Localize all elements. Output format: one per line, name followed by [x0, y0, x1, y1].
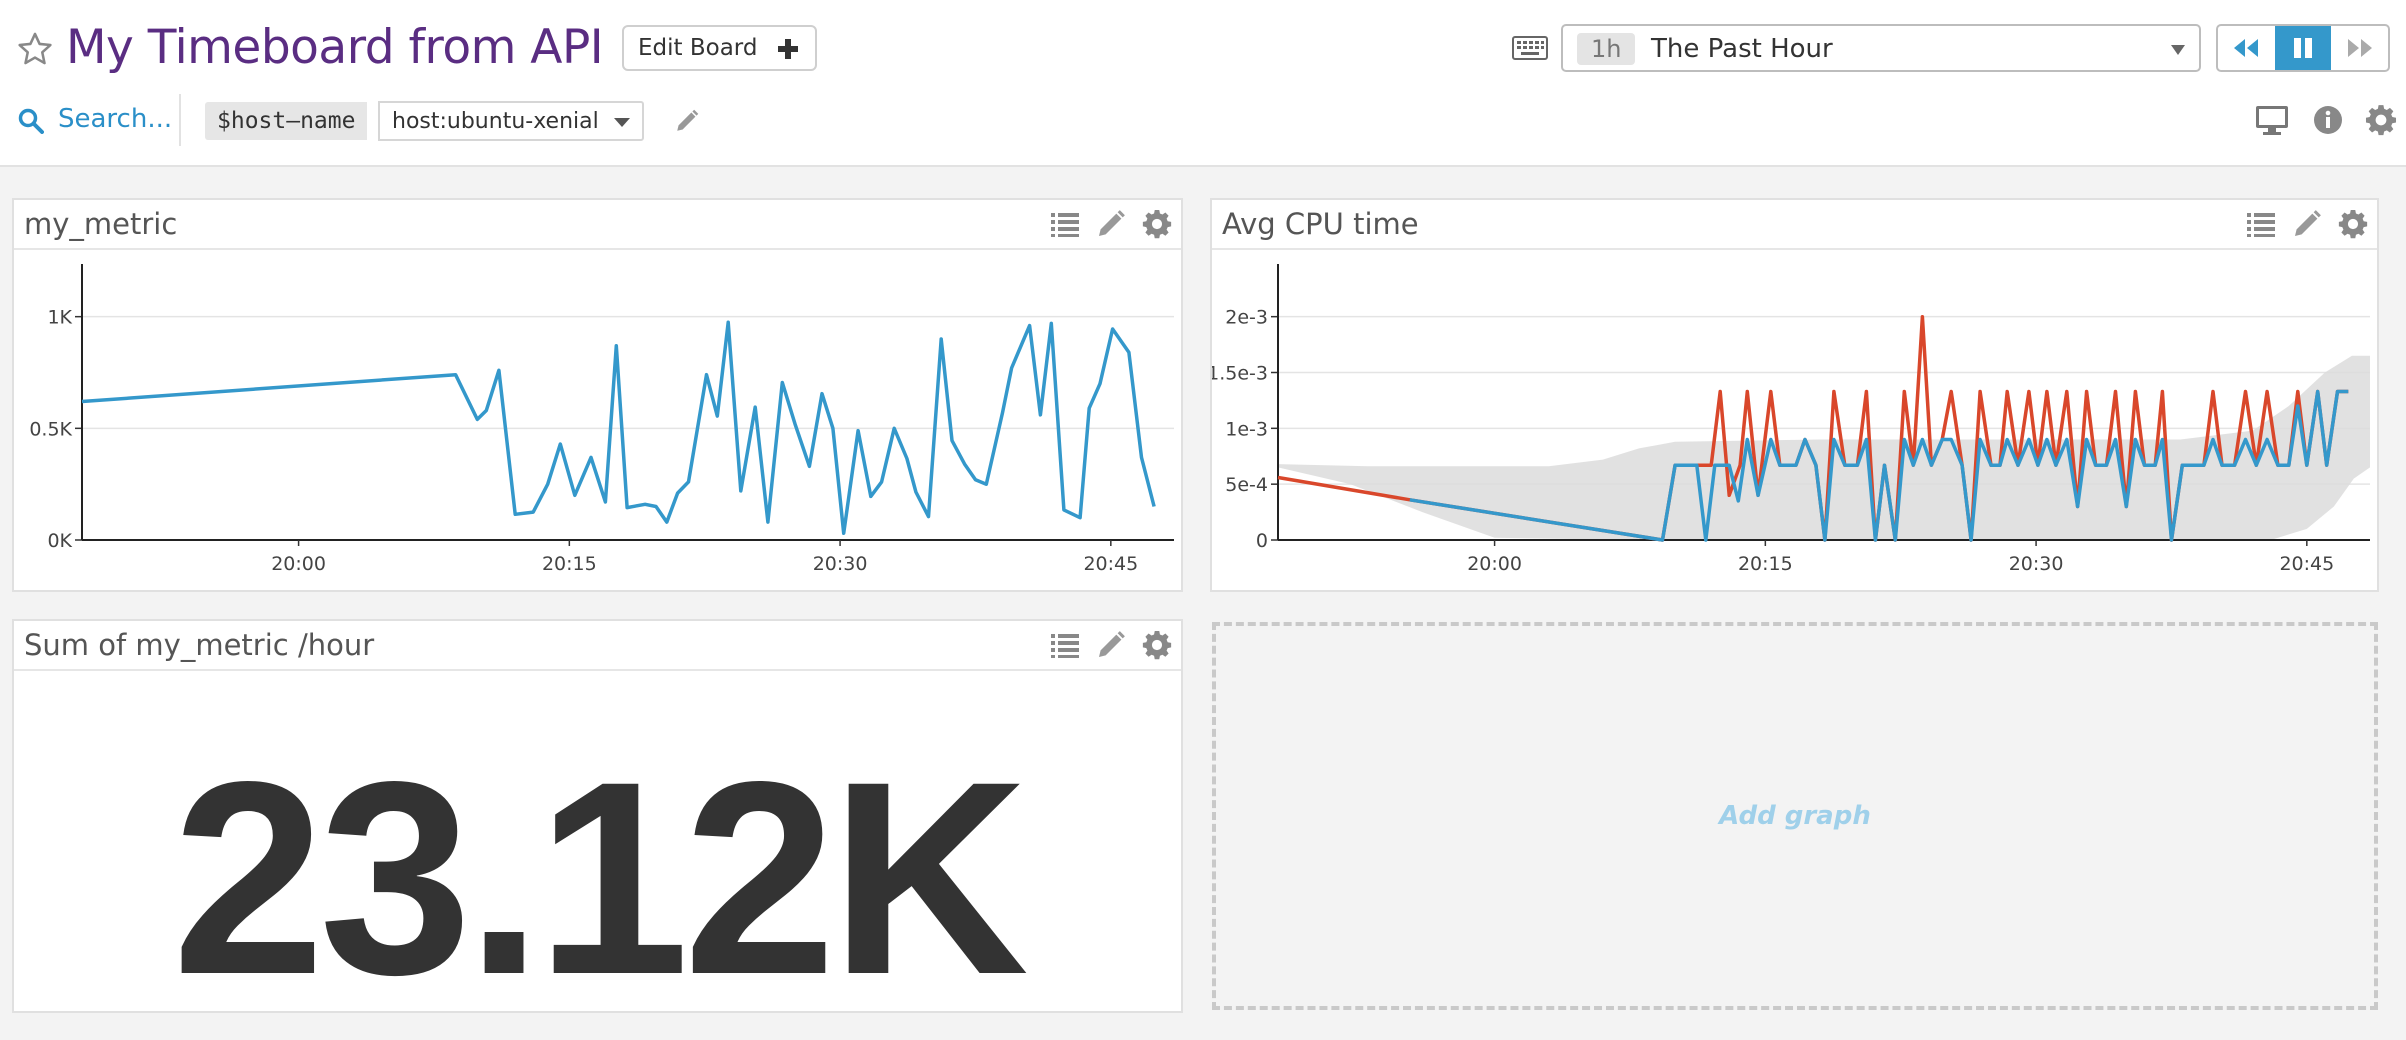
y-tick-label: 1.5e-3 — [1212, 363, 1268, 385]
widget-actions — [1049, 629, 1173, 661]
divider — [179, 94, 181, 146]
search-icon[interactable] — [18, 108, 44, 134]
timeframe-abbr: 1h — [1577, 33, 1636, 65]
widget-title: Sum of my_metric /hour — [24, 628, 375, 662]
timeframe-select[interactable]: 1h The Past Hour — [1561, 24, 2201, 72]
x-tick-label: 20:00 — [1467, 553, 1522, 575]
widget-header: Avg CPU time — [1212, 200, 2377, 250]
edit-board-label: Edit Board — [638, 35, 758, 61]
gear-icon[interactable] — [2364, 103, 2398, 137]
gear-icon[interactable] — [2337, 208, 2369, 240]
x-tick-label: 20:30 — [2009, 553, 2064, 575]
widget-actions — [2245, 208, 2369, 240]
widget-avg-cpu: Avg CPU time 0 5e-4 1e-3 1.5e-3 2e-3 20:00 20:… — [1210, 198, 2379, 592]
pause-icon — [2294, 38, 2312, 58]
y-tick-label: 0K — [47, 530, 72, 552]
pencil-icon[interactable] — [1095, 629, 1127, 661]
widget-my-metric: my_metric 0K 0.5K 1K 20:00 20:15 20:30 20:45 — [12, 198, 1183, 592]
template-variable-name: $host–name — [205, 102, 368, 140]
list-icon[interactable] — [2245, 208, 2277, 240]
query-value: 23.12K — [172, 725, 1029, 1032]
x-tick-label: 20:30 — [813, 553, 868, 575]
y-tick-label: 5e-4 — [1225, 474, 1268, 496]
gear-icon[interactable] — [1141, 208, 1173, 240]
tv-mode-icon[interactable] — [2254, 104, 2290, 136]
search-link[interactable]: Search... — [58, 104, 172, 134]
add-graph-dropzone[interactable]: Add graph — [1212, 622, 2378, 1010]
fast-forward-icon — [2347, 39, 2372, 57]
list-icon[interactable] — [1049, 208, 1081, 240]
page-title: My Timeboard from API — [66, 20, 604, 75]
template-variable-select[interactable]: host:ubuntu-xenial — [378, 101, 644, 141]
widget-title: my_metric — [24, 207, 178, 241]
x-tick-label: 20:15 — [542, 553, 597, 575]
chart-my-metric: 0K 0.5K 1K 20:00 20:15 20:30 20:45 — [29, 264, 1174, 575]
y-tick-label: 1e-3 — [1225, 418, 1268, 440]
add-graph-label: Add graph — [1719, 801, 1871, 831]
x-tick-label: 20:00 — [271, 553, 326, 575]
widget-actions — [1049, 208, 1173, 240]
y-tick-label: 0 — [1256, 530, 1268, 552]
rewind-button[interactable] — [2218, 26, 2275, 70]
y-tick-label: 1K — [47, 307, 72, 329]
y-tick-label: 2e-3 — [1225, 307, 1268, 329]
keyboard-icon[interactable] — [1512, 36, 1548, 60]
top-bar: My Timeboard from API Edit Board 1h The … — [0, 0, 2406, 167]
chart-avg-cpu: 0 5e-4 1e-3 1.5e-3 2e-3 20:00 20:15 20:30 20:45 — [1212, 264, 2370, 575]
plus-icon — [778, 39, 798, 59]
widget-sum-metric: Sum of my_metric /hour 23.12K — [12, 619, 1183, 1032]
rewind-icon — [2234, 39, 2259, 57]
pencil-icon[interactable] — [674, 108, 700, 134]
template-variable-value: host:ubuntu-xenial — [392, 109, 599, 134]
list-icon[interactable] — [1049, 629, 1081, 661]
gear-icon[interactable] — [1141, 629, 1173, 661]
fast-forward-button[interactable] — [2331, 26, 2388, 70]
widget-header: Sum of my_metric /hour — [14, 621, 1181, 671]
y-tick-label: 0.5K — [29, 418, 72, 440]
timeframe-label: The Past Hour — [1651, 34, 1833, 64]
x-tick-label: 20:15 — [1738, 553, 1793, 575]
chevron-down-icon — [2171, 45, 2185, 55]
pencil-icon[interactable] — [2291, 208, 2323, 240]
info-icon[interactable] — [2312, 104, 2344, 136]
playback-controls — [2216, 24, 2390, 72]
widget-header: my_metric — [14, 200, 1181, 250]
x-tick-label: 20:45 — [2279, 553, 2334, 575]
star-icon[interactable] — [16, 30, 54, 68]
edit-board-button[interactable]: Edit Board — [622, 25, 817, 71]
widget-title: Avg CPU time — [1222, 207, 1419, 241]
chevron-down-icon — [614, 118, 630, 127]
pencil-icon[interactable] — [1095, 208, 1127, 240]
x-tick-label: 20:45 — [1083, 553, 1138, 575]
pause-button[interactable] — [2274, 26, 2332, 70]
